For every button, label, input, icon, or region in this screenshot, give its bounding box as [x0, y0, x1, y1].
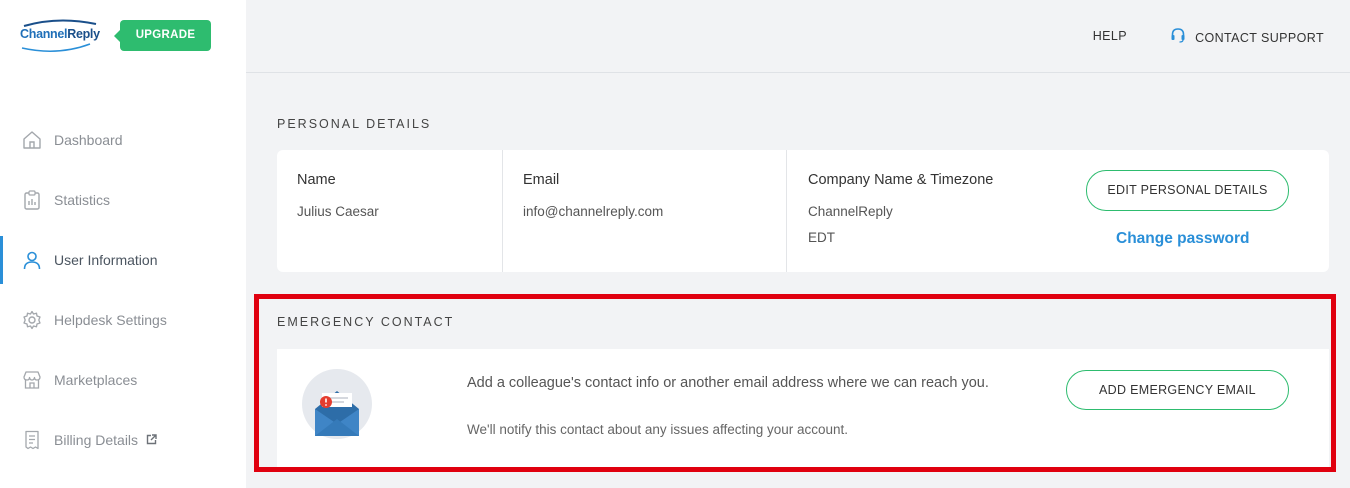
name-label: Name: [297, 172, 336, 188]
sidebar-item-label: User Information: [54, 252, 158, 268]
sidebar-item-label: Statistics: [54, 192, 111, 208]
email-value: info@channelreply.com: [523, 204, 664, 219]
topbar: HELP CONTACT SUPPORT: [246, 0, 1350, 73]
channelreply-logo[interactable]: ChannelReply: [18, 18, 102, 56]
company-label: Company Name & Timezone: [808, 172, 994, 188]
sidebar-item-label: Dashboard: [54, 132, 123, 148]
sidebar-item-helpdesk-settings[interactable]: Helpdesk Settings: [0, 296, 246, 344]
external-link-icon: [146, 432, 157, 448]
sidebar-item-billing-details[interactable]: Billing Details: [0, 416, 246, 464]
contact-support-label: CONTACT SUPPORT: [1195, 30, 1324, 45]
sidebar-item-label: Helpdesk Settings: [54, 312, 167, 328]
timezone-value: EDT: [808, 230, 835, 245]
sidebar-item-label: Billing Details: [54, 432, 139, 448]
clipboard-chart-icon: [22, 190, 42, 210]
logo-text: ChannelReply: [20, 27, 100, 41]
sidebar-item-marketplaces[interactable]: Marketplaces: [0, 356, 246, 404]
sidebar-item-label: Marketplaces: [54, 372, 138, 388]
user-icon: [22, 250, 42, 270]
email-label: Email: [523, 172, 560, 188]
name-value: Julius Caesar: [297, 204, 379, 219]
personal-details-title: PERSONAL DETAILS: [277, 117, 432, 131]
sidebar-item-user-information[interactable]: User Information: [0, 236, 246, 284]
receipt-icon: [22, 430, 42, 450]
change-password-link[interactable]: Change password: [1116, 230, 1250, 248]
sidebar-item-statistics[interactable]: Statistics: [0, 176, 246, 224]
name-column: Name Julius Caesar: [277, 150, 502, 272]
storefront-icon: [22, 370, 42, 390]
company-column: Company Name & Timezone ChannelReply EDT: [787, 150, 1077, 272]
company-value: ChannelReply: [808, 204, 893, 219]
headset-icon: [1170, 27, 1186, 46]
active-indicator: [0, 236, 3, 284]
home-icon: [22, 130, 42, 150]
sidebar-item-dashboard[interactable]: Dashboard: [0, 116, 246, 164]
personal-details-card: Name Julius Caesar Email info@channelrep…: [277, 150, 1329, 272]
upgrade-button[interactable]: UPGRADE: [114, 20, 211, 51]
highlight-box: [254, 294, 1336, 472]
edit-personal-details-button[interactable]: EDIT PERSONAL DETAILS: [1086, 170, 1289, 211]
sidebar: ChannelReply UPGRADE Dashboard Statistic…: [0, 0, 246, 488]
help-link[interactable]: HELP: [1093, 29, 1127, 43]
email-column: Email info@channelreply.com: [503, 150, 786, 272]
gear-icon: [22, 310, 42, 330]
contact-support-link[interactable]: CONTACT SUPPORT: [1170, 27, 1324, 46]
